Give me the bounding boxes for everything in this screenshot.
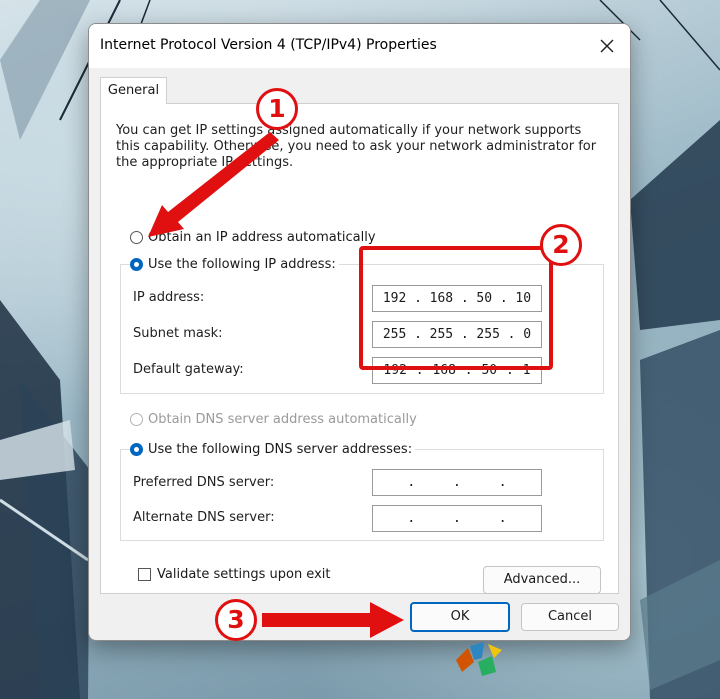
tab-general[interactable]: General [100, 77, 167, 104]
arrow-to-ok [262, 602, 404, 638]
ip-fields-highlight [359, 246, 553, 370]
step-badge-1: 1 [256, 88, 298, 130]
arrow-to-radio [148, 132, 279, 237]
step-badge-2: 2 [540, 224, 582, 266]
step-badge-3: 3 [215, 599, 257, 641]
site-logo-icon [456, 642, 502, 676]
